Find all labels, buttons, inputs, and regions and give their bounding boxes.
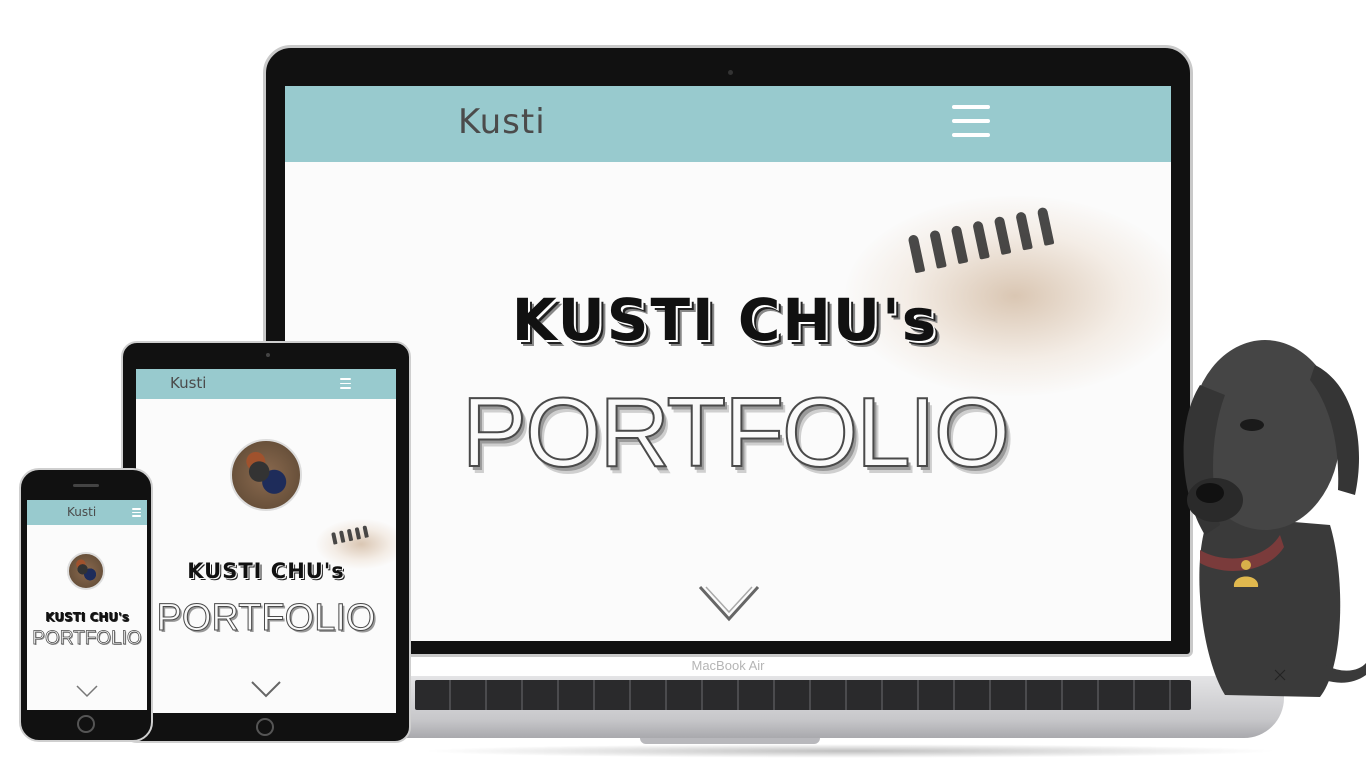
hero-title-line2: PORTFOLIO — [156, 597, 376, 640]
hero-title-line2: PORTFOLIO — [32, 628, 142, 650]
site-header: Kusti — [27, 500, 147, 525]
hero-title-line1: KUSTI CHU's — [511, 286, 939, 354]
laptop-screen: Kusti KUSTI CHU's PORTFOLIO — [285, 86, 1171, 641]
chevron-down-icon[interactable] — [75, 684, 99, 698]
chevron-down-icon[interactable] — [698, 583, 760, 625]
laptop-camera — [728, 70, 733, 75]
laptop-keyboard — [415, 680, 1191, 710]
hamburger-icon[interactable] — [952, 105, 990, 147]
site-logo[interactable]: Kusti — [67, 505, 96, 519]
phone-speaker — [73, 484, 99, 487]
site-header: Kusti — [285, 86, 1171, 162]
hamburger-icon[interactable] — [340, 378, 351, 392]
site-logo[interactable]: Kusti — [458, 102, 546, 142]
tablet-camera — [266, 353, 270, 357]
laptop-shadow — [420, 744, 1280, 758]
phone-home-button[interactable] — [77, 715, 95, 733]
hero-title-line2: PORTFOLIO — [461, 376, 1012, 488]
chevron-down-icon[interactable] — [250, 679, 282, 699]
tablet-screen: Kusti KUSTI CHU's PORTFOLIO — [136, 369, 396, 713]
logo-text: Kusti — [458, 102, 546, 142]
logo-text: Kusti — [170, 374, 207, 392]
hamburger-icon[interactable] — [132, 508, 141, 519]
tablet-home-button[interactable] — [256, 718, 274, 736]
phone-screen: Kusti KUSTI CHU's PORTFOLIO — [27, 500, 147, 710]
logo-text: Kusti — [67, 505, 97, 519]
profile-avatar — [67, 552, 105, 590]
site-header: Kusti — [136, 369, 396, 399]
profile-avatar — [230, 439, 302, 511]
dog-mascot-illustration — [1183, 340, 1366, 697]
site-logo[interactable]: Kusti — [170, 374, 206, 392]
hero-title-line1: KUSTI CHU's — [187, 559, 345, 583]
hero-title-line1: KUSTI CHU's — [45, 610, 129, 624]
